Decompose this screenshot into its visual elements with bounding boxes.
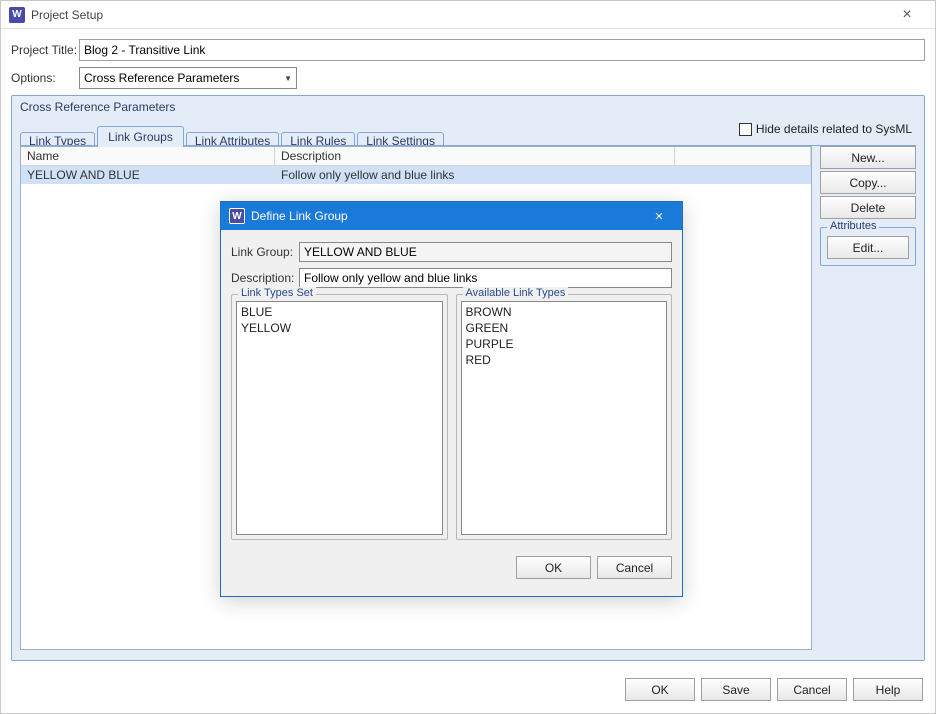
form-area: Project Title: Options: Cross Reference … [1,29,935,89]
attributes-fieldset: Attributes Edit... [820,227,916,266]
cancel-button[interactable]: Cancel [777,678,847,701]
list-item[interactable]: BROWN [466,304,663,320]
dlg-ok-button[interactable]: OK [516,556,591,579]
table-header: Name Description [21,147,811,166]
attributes-legend: Attributes [827,220,879,232]
close-icon[interactable]: × [887,6,927,24]
list-item[interactable]: YELLOW [241,320,438,336]
col-spacer [675,147,811,166]
project-title-label: Project Title: [11,43,79,57]
dialog-footer: OK Cancel [221,550,682,589]
save-button[interactable]: Save [701,678,771,701]
link-types-set-list[interactable]: BLUE YELLOW [236,301,443,535]
dialog-titlebar[interactable]: W Define Link Group × [221,202,682,230]
col-name[interactable]: Name [21,147,275,166]
list-item[interactable]: RED [466,352,663,368]
list-item[interactable]: PURPLE [466,336,663,352]
sysml-label: Hide details related to SysML [756,122,912,136]
available-link-types-list[interactable]: BROWN GREEN PURPLE RED [461,301,668,535]
delete-button[interactable]: Delete [820,196,916,219]
dialog-close-icon[interactable]: × [644,208,674,225]
list-item[interactable]: GREEN [466,320,663,336]
app-icon: W [9,7,25,23]
options-row: Options: Cross Reference Parameters ▼ [11,67,925,89]
dlg-description-input[interactable] [299,268,672,288]
dialog-body: Link Group: Description: Link Types Set … [221,230,682,550]
define-link-group-dialog: W Define Link Group × Link Group: Descri… [220,201,683,597]
project-title-row: Project Title: [11,39,925,61]
options-combo-value: Cross Reference Parameters [84,71,239,85]
sysml-checkbox[interactable] [739,123,752,136]
copy-button[interactable]: Copy... [820,171,916,194]
panel-title: Cross Reference Parameters [12,96,924,118]
dialog-app-icon: W [229,208,245,224]
link-types-set-fieldset: Link Types Set BLUE YELLOW [231,294,448,540]
footer-buttons: OK Save Cancel Help [625,678,923,701]
dlg-link-group-row: Link Group: [231,242,672,262]
side-buttons: New... Copy... Delete Attributes Edit... [820,146,916,650]
dlg-description-label: Description: [231,271,299,285]
available-legend: Available Link Types [463,287,569,299]
list-item[interactable]: BLUE [241,304,438,320]
project-title-input[interactable] [79,39,925,61]
set-legend: Link Types Set [238,287,316,299]
dlg-cancel-button[interactable]: Cancel [597,556,672,579]
titlebar: W Project Setup × [1,1,935,29]
list-groups: Link Types Set BLUE YELLOW Available Lin… [231,294,672,540]
cell-name: YELLOW AND BLUE [21,166,275,184]
sysml-checkbox-row[interactable]: Hide details related to SysML [739,122,912,136]
col-description[interactable]: Description [275,147,675,166]
options-combo[interactable]: Cross Reference Parameters ▼ [79,67,297,89]
tab-link-groups[interactable]: Link Groups [97,126,184,147]
window-title: Project Setup [31,8,887,22]
edit-button[interactable]: Edit... [827,236,909,259]
cell-description: Follow only yellow and blue links [275,166,811,184]
chevron-down-icon: ▼ [284,74,292,83]
dlg-description-row: Description: [231,268,672,288]
new-button[interactable]: New... [820,146,916,169]
dlg-link-group-label: Link Group: [231,245,299,259]
dialog-title: Define Link Group [251,209,644,223]
dlg-link-group-input[interactable] [299,242,672,262]
options-label: Options: [11,71,79,85]
help-button[interactable]: Help [853,678,923,701]
table-row[interactable]: YELLOW AND BLUE Follow only yellow and b… [21,166,811,184]
available-link-types-fieldset: Available Link Types BROWN GREEN PURPLE … [456,294,673,540]
ok-button[interactable]: OK [625,678,695,701]
